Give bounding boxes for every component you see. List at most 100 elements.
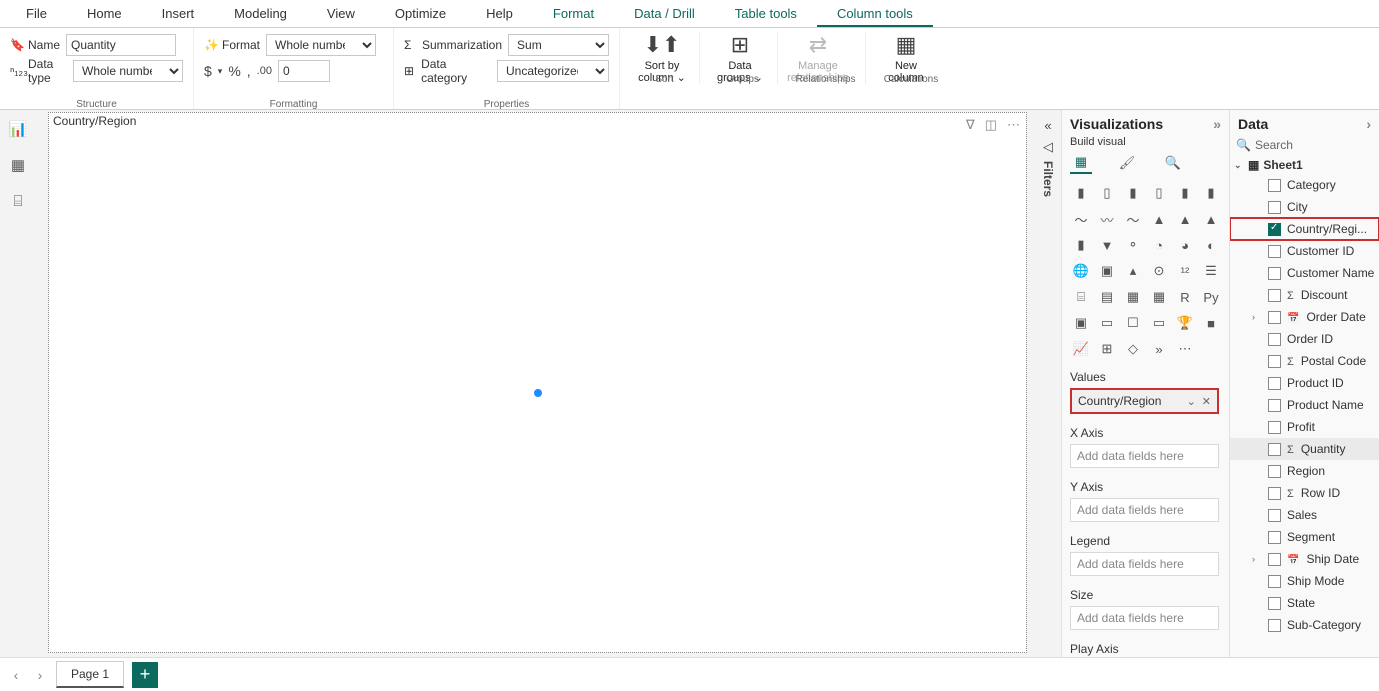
well-legend-drop[interactable]: Add data fields here [1070,552,1219,576]
table-sheet1[interactable]: ⌄ ▦ Sheet1 [1230,156,1379,174]
data-field[interactable]: Profit [1230,416,1379,438]
ribbon-tab[interactable]: Home [67,2,142,27]
more-icon[interactable]: ⋯ [1007,117,1020,133]
field-checkbox[interactable] [1268,179,1281,192]
viz-type-icon[interactable]: Py [1200,286,1222,308]
field-checkbox[interactable] [1268,597,1281,610]
field-checkbox[interactable] [1268,575,1281,588]
viz-type-icon[interactable]: ⋯ [1174,338,1196,360]
viz-type-icon[interactable]: ▦ [1122,286,1144,308]
data-field[interactable]: Ship Mode [1230,570,1379,592]
add-page-button[interactable]: + [132,662,158,688]
field-checkbox[interactable] [1268,487,1281,500]
decimal-icon[interactable]: .00 [257,65,272,77]
page-next-icon[interactable]: › [32,667,48,683]
viz-type-icon[interactable]: ⌸ [1070,286,1092,308]
data-field[interactable]: Product Name [1230,394,1379,416]
ribbon-tab[interactable]: Table tools [715,2,817,27]
viz-type-icon[interactable]: 🏆 [1174,312,1196,334]
ribbon-tab[interactable]: File [6,2,67,27]
viz-type-icon[interactable]: ▴ [1122,260,1144,282]
ribbon-tab[interactable]: Optimize [375,2,466,27]
viz-type-icon[interactable]: ◕ [1174,234,1196,256]
viz-type-icon[interactable]: ☐ [1122,312,1144,334]
viz-type-icon[interactable]: 📈 [1070,338,1092,360]
field-checkbox[interactable] [1268,201,1281,214]
name-input[interactable] [66,34,176,56]
field-checkbox[interactable] [1268,465,1281,478]
ribbon-tab[interactable]: View [307,2,375,27]
viz-type-icon[interactable]: ▲ [1148,208,1170,230]
data-field[interactable]: ›Ship Date [1230,548,1379,570]
ribbon-tab[interactable]: Modeling [214,2,307,27]
data-field[interactable]: Sales [1230,504,1379,526]
filters-pane-collapsed[interactable]: « ◁ Filters [1035,110,1061,657]
table-view-icon[interactable]: ▦ [9,156,27,174]
field-menu-icon[interactable]: ⌄ [1187,395,1196,408]
data-field[interactable]: City [1230,196,1379,218]
visual-placeholder[interactable]: Country/Region ∇ ◫ ⋯ [48,112,1027,653]
format-select[interactable]: Whole number [266,34,376,56]
field-checkbox[interactable] [1268,245,1281,258]
viz-type-icon[interactable]: ▯ [1148,182,1170,204]
ribbon-tab[interactable]: Format [533,2,614,27]
viz-type-icon[interactable]: ▲ [1200,208,1222,230]
data-search[interactable]: 🔍 Search [1236,138,1373,152]
well-size-drop[interactable]: Add data fields here [1070,606,1219,630]
viz-type-icon[interactable]: 〜 [1122,208,1144,230]
viz-type-icon[interactable]: ⊞ [1096,338,1118,360]
expand-left-icon[interactable]: « [1044,118,1051,133]
viz-type-icon[interactable]: ▼ [1096,234,1118,256]
data-field[interactable]: Category [1230,174,1379,196]
expand-icon[interactable]: › [1366,116,1371,132]
field-checkbox[interactable] [1268,333,1281,346]
ribbon-tab[interactable]: Column tools [817,2,933,27]
viz-type-icon[interactable]: ▯ [1096,182,1118,204]
viz-type-icon[interactable]: ▣ [1070,312,1092,334]
field-checkbox[interactable] [1268,421,1281,434]
viz-type-icon[interactable]: ▣ [1096,260,1118,282]
build-visual-tab[interactable]: ▦ [1070,152,1092,174]
field-country-region[interactable]: Country/Region ⌄✕ [1070,388,1219,414]
field-checkbox[interactable] [1268,509,1281,522]
field-checkbox[interactable] [1268,553,1281,566]
viz-type-icon[interactable]: 〜 [1070,208,1092,230]
field-checkbox[interactable] [1268,289,1281,302]
viz-type-icon[interactable]: ▮ [1174,182,1196,204]
viz-type-icon[interactable]: ◇ [1122,338,1144,360]
viz-type-icon[interactable]: 〰 [1096,208,1118,230]
viz-type-icon[interactable]: ¹² [1174,260,1196,282]
well-yaxis-drop[interactable]: Add data fields here [1070,498,1219,522]
page-prev-icon[interactable]: ‹ [8,667,24,683]
field-checkbox[interactable] [1268,355,1281,368]
data-field[interactable]: Order ID [1230,328,1379,350]
field-checkbox[interactable] [1268,267,1281,280]
field-checkbox[interactable] [1268,531,1281,544]
viz-type-icon[interactable]: R [1174,286,1196,308]
viz-type-icon[interactable]: ▦ [1148,286,1170,308]
viz-type-icon[interactable]: ▤ [1096,286,1118,308]
viz-type-icon[interactable]: ☰ [1200,260,1222,282]
well-xaxis-drop[interactable]: Add data fields here [1070,444,1219,468]
data-field[interactable]: Customer Name [1230,262,1379,284]
field-checkbox[interactable] [1268,223,1281,236]
viz-type-icon[interactable]: ▮ [1070,234,1092,256]
viz-type-icon[interactable]: ▮ [1122,182,1144,204]
collapse-right-icon[interactable]: » [1213,116,1221,132]
field-remove-icon[interactable]: ✕ [1202,395,1211,408]
data-field[interactable]: Sub-Category [1230,614,1379,636]
ribbon-tab[interactable]: Help [466,2,533,27]
field-checkbox[interactable] [1268,311,1281,324]
viz-type-icon[interactable]: ■ [1200,312,1222,334]
analytics-tab[interactable]: 🔍 [1162,152,1184,174]
data-field[interactable]: State [1230,592,1379,614]
viz-type-icon[interactable]: ◔ [1148,234,1170,256]
page-tab[interactable]: Page 1 [56,661,124,688]
viz-type-icon[interactable]: ⚬ [1122,234,1144,256]
data-field[interactable]: Postal Code [1230,350,1379,372]
filter-icon[interactable]: ∇ [966,117,975,133]
viz-type-icon[interactable]: ▮ [1070,182,1092,204]
data-field[interactable]: Discount [1230,284,1379,306]
comma-icon[interactable]: , [247,63,251,79]
viz-type-icon[interactable]: 🌐 [1070,260,1092,282]
